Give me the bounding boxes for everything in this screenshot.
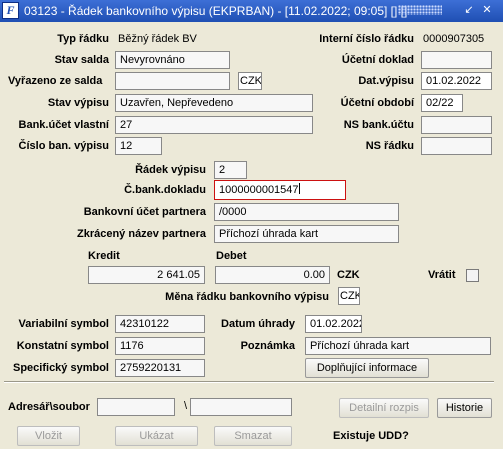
- ucetni-obdobi-field[interactable]: 02/22: [421, 94, 463, 112]
- konst-symbol-label: Konstatní symbol: [16, 340, 109, 352]
- ucet-partnera-label: Bankovní účet partnera: [83, 206, 206, 218]
- bank-doklad-label: Č.bank.dokladu: [124, 184, 206, 196]
- historie-button[interactable]: Historie: [437, 398, 492, 418]
- ukazat-button[interactable]: Ukázat: [115, 426, 198, 446]
- ucetni-obdobi-label: Účetní období: [340, 97, 414, 109]
- vratit-label: Vrátit: [428, 269, 456, 281]
- kredit-field[interactable]: 2 641.05: [88, 266, 205, 284]
- path-separator: \: [184, 400, 188, 412]
- stav-vypisu-field[interactable]: Uzavřen, Nepřevedeno: [115, 94, 313, 112]
- ucetni-doklad-label: Účetní doklad: [341, 54, 414, 66]
- stav-vypisu-label: Stav výpisu: [47, 97, 109, 109]
- smazat-button[interactable]: Smazat: [214, 426, 292, 446]
- bank-ucet-label: Bank.účet vlastní: [18, 119, 109, 131]
- datum-uhrady-label: Datum úhrady: [221, 318, 295, 330]
- titlebar-grip: [398, 5, 442, 15]
- close-icon[interactable]: ✕: [480, 3, 494, 17]
- radek-vypisu-label: Řádek výpisu: [135, 164, 206, 176]
- vratit-checkbox[interactable]: [466, 269, 479, 282]
- text-cursor: [298, 183, 300, 194]
- vyrazeno-field[interactable]: [115, 72, 230, 90]
- bank-doklad-field[interactable]: 1000000001547: [214, 180, 346, 200]
- var-symbol-field[interactable]: 42310122: [115, 315, 205, 333]
- nazev-partnera-field[interactable]: Příchozí úhrada kart: [214, 225, 399, 243]
- bank-doklad-value: 1000000001547: [219, 184, 299, 196]
- doplnujici-button[interactable]: Doplňující informace: [305, 358, 429, 378]
- mena-field[interactable]: CZK: [338, 287, 360, 305]
- dat-vypisu-field[interactable]: 01.02.2022: [421, 72, 492, 90]
- var-symbol-label: Variabilní symbol: [18, 318, 109, 330]
- poznamka-field[interactable]: Příchozí úhrada kart: [305, 337, 491, 355]
- ns-bank-uctu-label: NS bank.účtu: [343, 119, 414, 131]
- udd-label: Existuje UDD?: [333, 430, 409, 442]
- vlozit-button[interactable]: Vložit: [17, 426, 80, 446]
- stav-salda-field[interactable]: Nevyrovnáno: [115, 51, 230, 69]
- restore-icon[interactable]: ↙: [462, 3, 476, 17]
- cislo-vypisu-field[interactable]: 12: [115, 137, 162, 155]
- title-bar: F 03123 - Řádek bankovního výpisu (EKPRB…: [0, 0, 503, 22]
- ucetni-doklad-field[interactable]: [421, 51, 492, 69]
- adresar-label: Adresář\soubor: [8, 401, 90, 413]
- dat-vypisu-label: Dat.výpisu: [358, 75, 414, 87]
- debet-label: Debet: [216, 250, 247, 262]
- debet-field[interactable]: 0.00: [215, 266, 330, 284]
- ns-bank-uctu-field[interactable]: [421, 116, 492, 134]
- vyrazeno-currency[interactable]: CZK: [238, 72, 262, 90]
- debet-currency: CZK: [337, 269, 360, 281]
- typ-radku-value: Běžný řádek BV: [118, 33, 197, 45]
- ns-radku-field[interactable]: [421, 137, 492, 155]
- konst-symbol-field[interactable]: 1176: [115, 337, 205, 355]
- detailni-rozpis-button[interactable]: Detailní rozpis: [339, 398, 429, 418]
- separator-line: [4, 381, 494, 383]
- poznamka-label: Poznámka: [240, 340, 295, 352]
- stav-salda-label: Stav salda: [54, 54, 109, 66]
- radek-vypisu-field[interactable]: 2: [214, 161, 247, 179]
- interni-cislo-value: 0000907305: [423, 33, 485, 45]
- adresar-field[interactable]: [97, 398, 175, 416]
- interni-cislo-label: Interní číslo řádku: [319, 33, 414, 45]
- mena-label: Měna řádku bankovního výpisu: [165, 291, 329, 303]
- bank-ucet-field[interactable]: 27: [115, 116, 313, 134]
- vyrazeno-label: Vyřazeno ze salda: [8, 75, 103, 87]
- kredit-label: Kredit: [88, 250, 120, 262]
- nazev-partnera-label: Zkrácený název partnera: [76, 228, 206, 240]
- typ-radku-label: Typ řádku: [57, 33, 109, 45]
- ns-radku-label: NS řádku: [365, 140, 414, 152]
- spec-symbol-label: Specifický symbol: [13, 362, 109, 374]
- spec-symbol-field[interactable]: 2759220131: [115, 359, 205, 377]
- app-icon: F: [2, 2, 19, 19]
- cislo-vypisu-label: Číslo ban. výpisu: [18, 140, 109, 152]
- window-title: 03123 - Řádek bankovního výpisu (EKPRBAN…: [24, 4, 408, 18]
- soubor-field[interactable]: [190, 398, 292, 416]
- datum-uhrady-field[interactable]: 01.02.2022: [305, 315, 362, 333]
- ucet-partnera-field[interactable]: /0000: [214, 203, 399, 221]
